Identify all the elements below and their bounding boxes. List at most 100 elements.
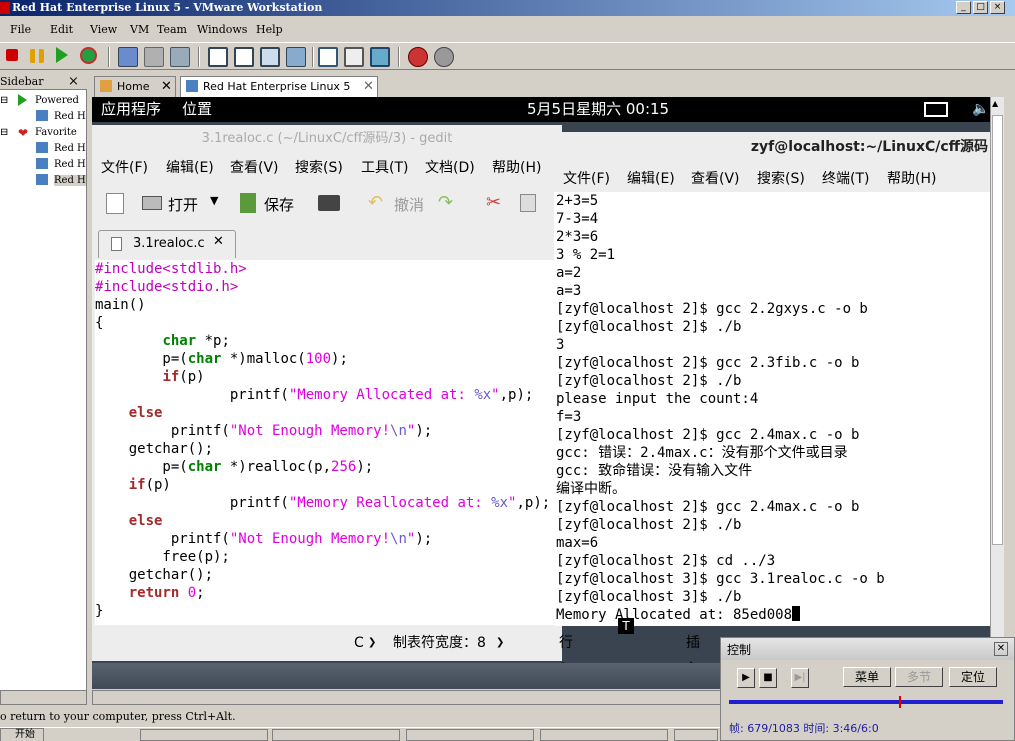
gedit-menu-edit[interactable]: 编辑(E) (166, 157, 214, 177)
taskbar-item[interactable] (406, 729, 534, 741)
sidebar-item-vm[interactable]: Red H (54, 143, 86, 154)
sidebar-close-icon[interactable]: × (68, 73, 79, 90)
control-close-icon[interactable]: ✕ (994, 642, 1008, 656)
terminal-menu-file[interactable]: 文件(F) (563, 168, 610, 188)
gedit-menu-search[interactable]: 搜索(S) (295, 157, 343, 177)
fullscreen-icon[interactable] (234, 47, 254, 67)
taskbar-item[interactable] (674, 729, 718, 741)
terminal-menu-help[interactable]: 帮助(H) (887, 168, 936, 188)
progress-marker[interactable] (899, 696, 901, 708)
reset-icon[interactable] (80, 47, 97, 64)
tab-close-icon[interactable]: ✕ (161, 77, 172, 96)
language-selector[interactable]: C (354, 630, 364, 656)
new-document-icon[interactable] (106, 193, 124, 214)
menu-vm[interactable]: VM (130, 23, 149, 36)
gedit-text-area[interactable]: #include<stdlib.h> #include<stdio.h> mai… (95, 260, 565, 625)
menu-view[interactable]: View (90, 23, 117, 36)
control-titlebar: 控制 ✕ (721, 638, 1014, 660)
console-view-icon[interactable] (318, 47, 338, 67)
sidebar-item-vm[interactable]: Red H (54, 159, 86, 170)
scroll-up-icon[interactable]: ▲ (992, 99, 1003, 108)
tab-close-icon[interactable]: ✕ (363, 77, 374, 96)
tab-width-selector[interactable]: 制表符宽度：8 (393, 630, 486, 656)
step-icon[interactable]: ▶| (791, 668, 809, 688)
power-on-icon[interactable] (56, 47, 68, 63)
close-button[interactable]: × (990, 1, 1005, 14)
start-button[interactable]: 开始 (0, 728, 44, 741)
gedit-menubar: 文件(F) 编辑(E) 查看(V) 搜索(S) 工具(T) 文档(D) 帮助(H… (92, 153, 562, 179)
multi-section-button[interactable]: 多节 (895, 667, 943, 687)
appliance-view-icon[interactable] (370, 47, 390, 67)
terminal-menu-view[interactable]: 查看(V) (691, 168, 740, 188)
terminal-menu-search[interactable]: 搜索(S) (757, 168, 805, 188)
volume-icon[interactable]: 🔈 (972, 97, 989, 122)
keyboard-icon[interactable] (924, 102, 948, 117)
replay-icon[interactable] (434, 47, 454, 67)
cut-icon[interactable]: ✂ (486, 192, 501, 213)
open-folder-icon[interactable] (142, 196, 162, 210)
gedit-menu-file[interactable]: 文件(F) (101, 157, 148, 177)
gedit-menu-view[interactable]: 查看(V) (230, 157, 279, 177)
taskbar-item[interactable] (140, 729, 268, 741)
unity-icon[interactable] (286, 47, 306, 67)
sidebar-toggle-icon[interactable] (208, 47, 228, 67)
menu-windows[interactable]: Windows (197, 23, 247, 36)
gedit-menu-help[interactable]: 帮助(H) (492, 157, 541, 177)
gedit-menu-tools[interactable]: 工具(T) (361, 157, 408, 177)
progress-track[interactable] (729, 700, 1003, 704)
maximize-button[interactable]: □ (973, 1, 988, 14)
snapshot-icon[interactable] (118, 47, 138, 67)
revert-snapshot-icon[interactable] (144, 47, 164, 67)
scroll-thumb[interactable] (992, 115, 1003, 545)
sidebar-title: Sidebar (0, 75, 44, 88)
tree-collapse-icon[interactable]: ⊟ (0, 95, 8, 106)
copy-icon[interactable] (520, 194, 536, 212)
terminal-line: [zyf@localhost 2]$ ./b (556, 319, 742, 335)
menu-edit[interactable]: Edit (50, 23, 73, 36)
vm-console[interactable]: 应用程序 位置 5月5日星期六 00:15 🔈 3.1realoc.c (~/L… (92, 97, 990, 689)
tab-vm[interactable]: Red Hat Enterprise Linux 5 ✕ (180, 76, 378, 97)
sidebar-item-vm[interactable]: Red H (54, 111, 86, 122)
suspend-icon[interactable] (30, 49, 44, 63)
sidebar-item-favorites[interactable]: Favorite (35, 127, 77, 138)
play-icon[interactable]: ▶ (737, 668, 755, 688)
menu-help[interactable]: Help (256, 23, 283, 36)
quick-switch-icon[interactable] (260, 47, 280, 67)
terminal-line: [zyf@localhost 2]$ gcc 2.3fib.c -o b (556, 355, 860, 371)
clock[interactable]: 5月5日星期六 00:15 (527, 97, 669, 122)
record-icon[interactable] (408, 47, 428, 67)
places-menu[interactable]: 位置 (182, 97, 212, 122)
open-button[interactable]: 打开 (168, 194, 198, 215)
taskbar-item[interactable] (272, 729, 400, 741)
terminal-output[interactable]: 2+3=5 7-3=4 2*3=6 3 % 2=1 a=2 a=3 [zyf@localho… (554, 192, 990, 626)
save-button[interactable]: 保存 (264, 194, 294, 215)
tree-collapse-icon[interactable]: ⊟ (0, 127, 8, 138)
sidebar-item-powered[interactable]: Powered (35, 95, 79, 106)
terminal-menu-edit[interactable]: 编辑(E) (627, 168, 675, 188)
undo-icon[interactable]: ↶ (368, 192, 383, 213)
open-dropdown-icon[interactable]: ▼ (210, 194, 218, 207)
sidebar-hscrollbar[interactable] (0, 690, 87, 705)
save-icon[interactable] (240, 193, 256, 213)
summary-view-icon[interactable] (344, 47, 364, 67)
menu-button[interactable]: 菜单 (843, 667, 891, 687)
sidebar-item-vm[interactable]: Red H (54, 175, 86, 186)
tab-home[interactable]: Home ✕ (94, 76, 176, 97)
gedit-tab-file[interactable]: 3.1realoc.c ✕ (98, 230, 236, 258)
minimize-button[interactable]: _ (956, 1, 971, 14)
gedit-menu-documents[interactable]: 文档(D) (425, 157, 475, 177)
redo-icon[interactable]: ↷ (438, 192, 453, 213)
snapshot-manager-icon[interactable] (170, 47, 190, 67)
power-off-icon[interactable] (6, 49, 18, 61)
taskbar-item[interactable] (540, 729, 668, 741)
console-vscrollbar[interactable]: ▲ (990, 97, 1004, 689)
terminal-menu-terminal[interactable]: 终端(T) (822, 168, 869, 188)
stop-icon[interactable]: ■ (759, 668, 777, 688)
menu-team[interactable]: Team (157, 23, 187, 36)
locate-button[interactable]: 定位 (949, 667, 997, 687)
print-icon[interactable] (318, 195, 340, 211)
undo-button[interactable]: 撤消 (394, 194, 424, 215)
gedit-tab-close-icon[interactable]: ✕ (213, 234, 224, 249)
applications-menu[interactable]: 应用程序 (101, 97, 161, 122)
menu-file[interactable]: File (10, 23, 31, 36)
